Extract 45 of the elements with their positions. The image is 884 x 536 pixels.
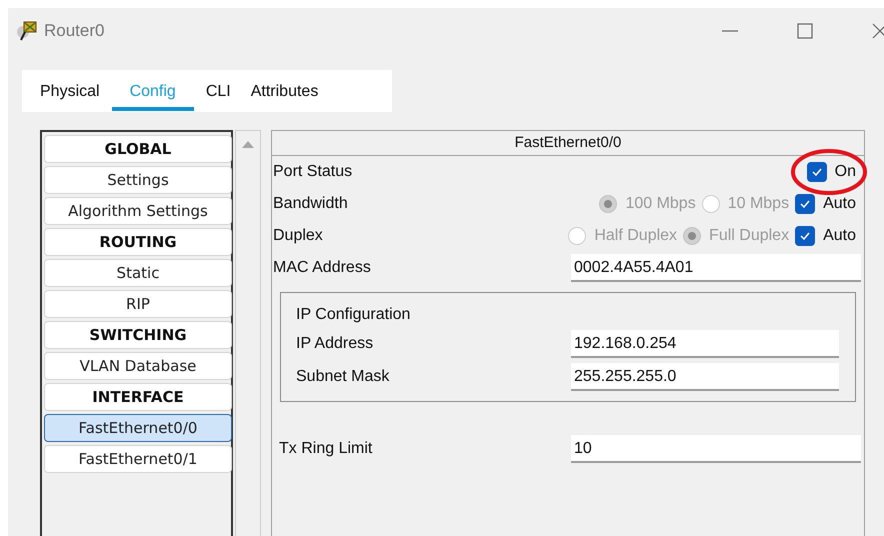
option-label: 10 Mbps: [728, 195, 790, 213]
checkbox-label: Auto: [823, 227, 856, 245]
field-label: IP Address: [296, 334, 374, 352]
field-label: MAC Address: [273, 259, 372, 277]
check-icon: [810, 167, 823, 177]
section-header[interactable]: SWITCHING: [44, 321, 232, 349]
tab[interactable]: Physical: [32, 75, 108, 111]
check-icon: [799, 231, 812, 241]
tab[interactable]: Attributes: [242, 75, 326, 111]
sidebar-item[interactable]: Algorithm Settings: [44, 197, 232, 225]
field-label: Bandwidth: [273, 195, 349, 213]
sidebar-item[interactable]: VLAN Database: [44, 352, 232, 380]
section-header[interactable]: ROUTING: [44, 228, 232, 256]
group-title: IP Configuration: [296, 305, 412, 325]
sidebar-item[interactable]: FastEthernet0/0: [44, 414, 232, 442]
option-label: 100 Mbps: [625, 195, 696, 213]
sidebar-item[interactable]: Static: [44, 259, 232, 287]
field-label: Port Status: [273, 163, 354, 181]
checkbox[interactable]: [795, 226, 816, 246]
checkbox[interactable]: [795, 194, 816, 214]
router-icon: [16, 20, 38, 42]
field-label: Tx Ring Limit: [279, 440, 374, 458]
sidebar-item[interactable]: RIP: [44, 290, 232, 318]
maximize-icon[interactable]: [795, 21, 815, 41]
check-icon: [799, 199, 812, 209]
section-header[interactable]: GLOBAL: [44, 135, 232, 163]
input-field[interactable]: 255.255.255.0: [571, 362, 839, 390]
option-label: Half Duplex: [594, 227, 678, 245]
sidebar-item[interactable]: FastEthernet0/1: [44, 445, 232, 473]
input-field[interactable]: 10: [571, 435, 861, 463]
tab[interactable]: CLI: [198, 75, 239, 111]
input-field[interactable]: 192.168.0.254: [571, 330, 839, 358]
checkbox-label: On: [834, 163, 856, 181]
option-label: Full Duplex: [709, 227, 790, 245]
field-label: Subnet Mask: [296, 368, 390, 386]
window-title: Router0: [44, 21, 104, 41]
scrollbar[interactable]: [235, 130, 261, 536]
checkbox[interactable]: [806, 162, 827, 182]
input-field[interactable]: 0002.4A55.4A01: [571, 254, 861, 282]
section-header[interactable]: INTERFACE: [44, 383, 232, 411]
field-label: Duplex: [273, 227, 324, 245]
panel-title: FastEthernet0/0: [272, 131, 864, 156]
checkbox-label: Auto: [823, 195, 856, 213]
sidebar-item[interactable]: Settings: [44, 166, 232, 194]
close-icon[interactable]: [870, 21, 884, 41]
